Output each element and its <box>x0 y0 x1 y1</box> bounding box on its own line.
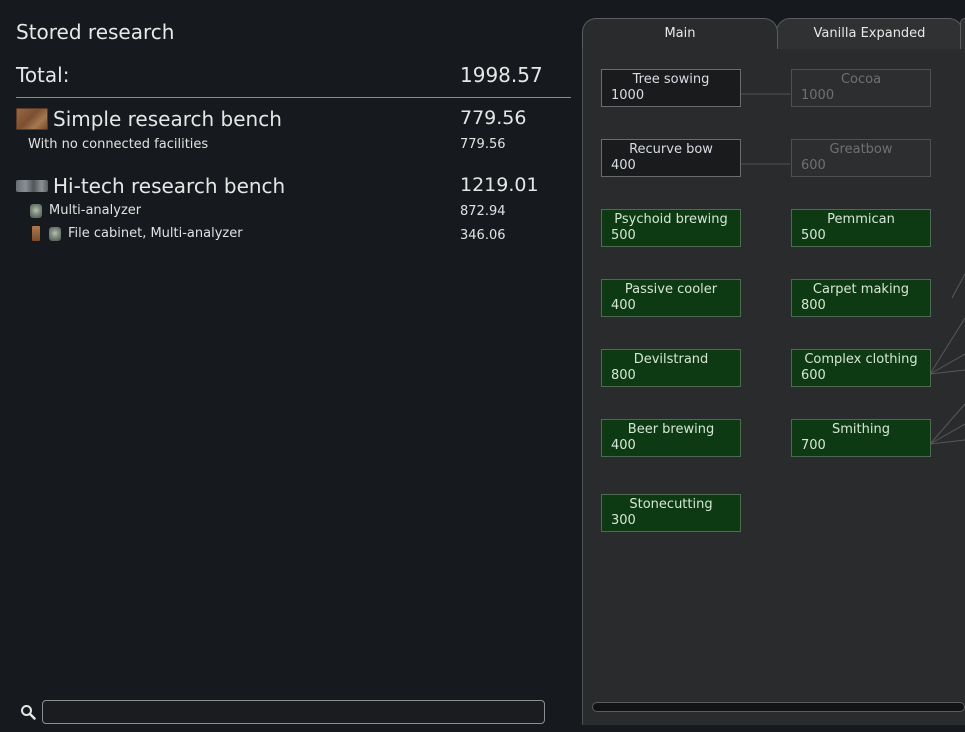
facility-value: 872.94 <box>460 204 506 219</box>
tab-vanilla-expanded[interactable]: Vanilla Expanded <box>776 18 963 49</box>
research-node-pemmican[interactable]: Pemmican 500 <box>791 209 931 247</box>
facility-row: File cabinet, Multi-analyzer <box>32 226 243 241</box>
research-node-complex-clothing[interactable]: Complex clothing 600 <box>791 349 931 387</box>
divider <box>16 97 571 98</box>
bench-value: 1219.01 <box>460 174 539 196</box>
hi-tech-research-bench-icon <box>16 180 48 192</box>
research-node-stonecutting[interactable]: Stonecutting 300 <box>601 494 741 532</box>
search-icon <box>20 704 36 724</box>
search-input[interactable] <box>42 700 545 724</box>
research-node-smithing[interactable]: Smithing 700 <box>791 419 931 457</box>
file-cabinet-icon <box>32 226 40 241</box>
facility-row: Multi-analyzer <box>30 203 141 218</box>
facility-label: File cabinet, Multi-analyzer <box>68 226 243 241</box>
facility-value: 346.06 <box>460 228 506 243</box>
bench-row-hitech: Hi-tech research bench <box>16 174 285 198</box>
bench-value: 779.56 <box>460 107 527 129</box>
facility-value: 779.56 <box>460 137 506 152</box>
multi-analyzer-icon <box>49 226 61 241</box>
research-node-greatbow[interactable]: Greatbow 600 <box>791 139 931 177</box>
research-node-beer-brewing[interactable]: Beer brewing 400 <box>601 419 741 457</box>
research-node-cocoa[interactable]: Cocoa 1000 <box>791 69 931 107</box>
multi-analyzer-icon <box>30 203 42 218</box>
facility-label: Multi-analyzer <box>49 203 142 218</box>
research-node-carpet-making[interactable]: Carpet making 800 <box>791 279 931 317</box>
bench-name: Hi-tech research bench <box>53 174 286 198</box>
tab-overflow[interactable] <box>960 18 965 49</box>
research-node-recurve-bow[interactable]: Recurve bow 400 <box>601 139 741 177</box>
research-node-tree-sowing[interactable]: Tree sowing 1000 <box>601 69 741 107</box>
bench-name: Simple research bench <box>53 107 282 131</box>
total-value: 1998.57 <box>460 63 543 87</box>
tab-main[interactable]: Main <box>582 18 778 49</box>
research-node-passive-cooler[interactable]: Passive cooler 400 <box>601 279 741 317</box>
total-label: Total: <box>16 63 70 87</box>
research-node-psychoid-brewing[interactable]: Psychoid brewing 500 <box>601 209 741 247</box>
bench-row-simple: Simple research bench <box>16 107 282 131</box>
simple-research-bench-icon <box>16 108 48 130</box>
facility-label: With no connected facilities <box>28 137 209 152</box>
research-node-devilstrand[interactable]: Devilstrand 800 <box>601 349 741 387</box>
page-title: Stored research <box>16 20 175 44</box>
horizontal-scrollbar[interactable] <box>592 702 965 712</box>
